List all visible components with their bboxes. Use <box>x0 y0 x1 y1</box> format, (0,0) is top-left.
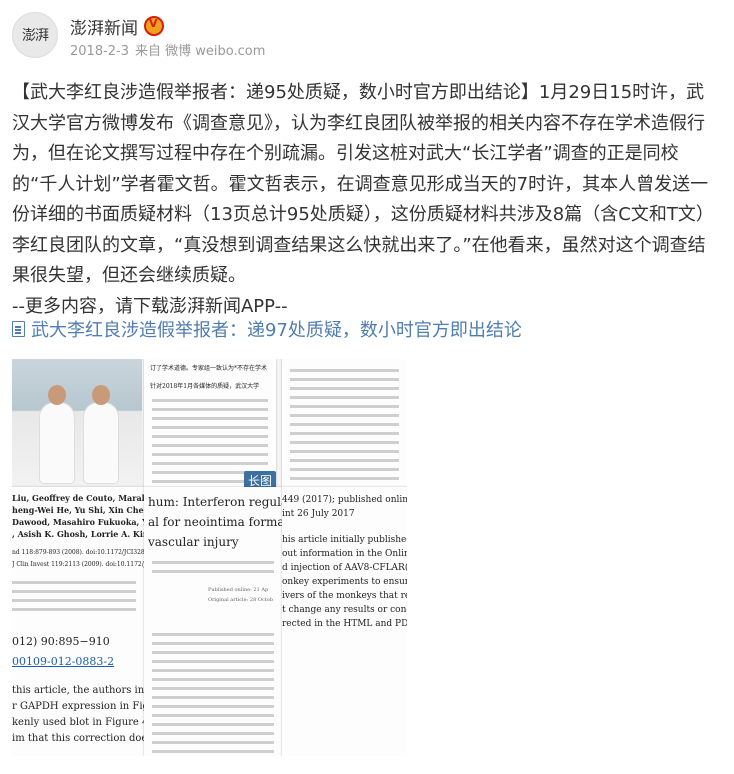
paper-excerpt-left: Liu, Geoffrey de Couto, Maral Ouzounia h… <box>12 487 192 756</box>
post-text: 【武大李红良涉造假举报者：递95处质疑，数小时官方即出结论】1月29日15时许，… <box>12 82 714 286</box>
long-image[interactable]: 订了学术道德。专家组一致认为*不存在学术 针对2018年1月各媒体的质疑，武汉大… <box>12 359 407 756</box>
article-link-text[interactable]: 武大李红良涉造假举报者：递97处质疑，数小时官方即出结论 <box>31 316 522 342</box>
doc-text: al for neointima formatio <box>148 515 301 529</box>
account-name[interactable]: 澎湃新闻 <box>70 14 164 39</box>
doc-text: onkey experiments to ensure stable e <box>282 577 407 587</box>
doc-text: ivers of the monkeys that received th <box>282 591 407 601</box>
doc-text: int 26 July 2017 <box>282 509 355 519</box>
doc-text: his article initially published, the aut <box>282 535 407 545</box>
person-figure <box>84 385 118 483</box>
doc-text: vascular injury <box>148 535 239 549</box>
doc-text: rected in the HTML and PDF version <box>282 619 407 629</box>
paper-excerpt-right: 449 (2017); published online 20 Febru in… <box>282 487 407 756</box>
doc-text: 订了学术道德。专家组一致认为*不存在学术 <box>150 365 268 372</box>
doc-text: Published online: 21 Ap <box>208 587 269 593</box>
photo-thumbnail <box>12 359 142 487</box>
doc-text: t change any results or conclusions <box>282 605 407 615</box>
post-source: 来自 微博 weibo.com <box>135 44 266 59</box>
document-icon <box>12 321 25 337</box>
doc-text: 00109-012-0883-2 <box>12 655 115 668</box>
post-meta: 2018-2-3 来自 微博 weibo.com <box>70 40 271 59</box>
doc-text: Original article: 28 Octob <box>208 597 273 603</box>
account-name-text[interactable]: 澎湃新闻 <box>70 19 138 39</box>
doc-text: d injection of AAV8-CFLAR(S1) 7 week <box>282 563 407 573</box>
article-link[interactable]: 武大李红良涉造假举报者：递97处质疑，数小时官方即出结论 <box>12 316 522 342</box>
doc-text: nd 118:879-893 (2008). doi:10.1172/JCI32… <box>12 549 155 556</box>
post-date[interactable]: 2018-2-3 <box>70 44 129 59</box>
doc-text: out information in the Online Metho <box>282 549 407 559</box>
text-lines <box>152 555 274 579</box>
paper-excerpt-middle: hum: Interferon regulato al for neointim… <box>144 487 300 756</box>
letter-document <box>282 359 407 487</box>
person-figure <box>40 385 74 483</box>
post-body: 【武大李红良涉造假举报者：递95处质疑，数小时官方即出结论】1月29日15时许，… <box>12 78 722 322</box>
text-lines <box>152 627 274 756</box>
text-lines <box>290 363 399 486</box>
doc-text: hum: Interferon regulato <box>148 495 301 509</box>
doc-text: 449 (2017); published online 20 Febru <box>282 495 407 505</box>
doc-text: 针对2018年1月各媒体的质疑，武汉大学 <box>150 383 260 390</box>
verified-badge-icon <box>144 16 164 36</box>
avatar[interactable]: 澎湃 <box>12 12 58 58</box>
chinese-document: 订了学术道德。专家组一致认为*不存在学术 针对2018年1月各媒体的质疑，武汉大… <box>144 359 276 487</box>
doc-text: 012) 90:895−910 <box>12 635 110 648</box>
text-lines <box>12 575 136 617</box>
